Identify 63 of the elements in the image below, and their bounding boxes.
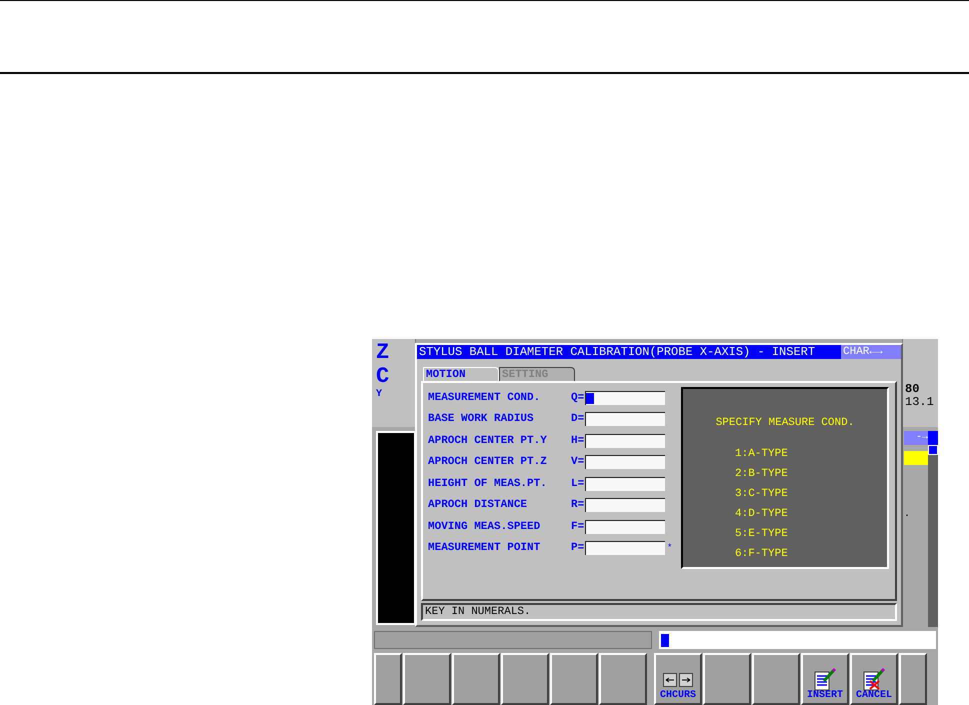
- readout-value: 13.1: [905, 396, 935, 409]
- field-letter: D=: [571, 412, 585, 427]
- highlight-bar: [904, 451, 928, 465]
- softkey-button[interactable]: CHCURS: [654, 653, 702, 705]
- input-field[interactable]: [585, 434, 665, 448]
- field-letter: P=: [571, 541, 585, 556]
- document-cross-icon: [861, 667, 887, 691]
- field-letter: R=: [571, 498, 585, 513]
- help-option: 6:F-TYPE: [683, 544, 887, 564]
- input-field[interactable]: [585, 498, 665, 512]
- field-label: MEASUREMENT POINT: [428, 541, 542, 556]
- field-letter: Q=: [571, 390, 585, 406]
- softkey-button[interactable]: CANCEL: [850, 653, 898, 705]
- field-label: APROCH CENTER PT.Z: [428, 455, 548, 470]
- input-field[interactable]: [585, 476, 665, 491]
- softkey-button[interactable]: [403, 653, 451, 705]
- input-field[interactable]: [585, 520, 665, 534]
- input-field[interactable]: [585, 390, 665, 405]
- softkey-button[interactable]: INSERT: [801, 653, 849, 705]
- axis-label: C: [376, 365, 390, 389]
- field-label: MEASUREMENT COND.: [428, 390, 542, 406]
- field-label: APROCH CENTER PT.Y: [428, 434, 548, 448]
- softkey-button[interactable]: [703, 653, 751, 705]
- field-label: APROCH DISTANCE: [428, 498, 528, 513]
- readout-value: 80: [905, 383, 920, 396]
- axis-label: Y: [376, 389, 384, 401]
- scroll-thumb: [928, 445, 938, 455]
- input-field[interactable]: [585, 541, 665, 556]
- field-letter: L=: [571, 476, 585, 492]
- dot-mark: .: [904, 510, 912, 520]
- arrow-keys-icon: [663, 673, 693, 687]
- softkey-button[interactable]: [452, 653, 500, 705]
- field-label: MOVING MEAS.SPEED: [428, 520, 542, 534]
- field-label: BASE WORK RADIUS: [428, 412, 535, 427]
- softkey-button[interactable]: [752, 653, 800, 705]
- softkey-button[interactable]: [899, 653, 927, 705]
- axis-label: Z: [376, 341, 390, 365]
- help-option: 5:E-TYPE: [683, 524, 887, 544]
- input-cursor: [586, 392, 594, 404]
- input-field[interactable]: [585, 455, 665, 470]
- input-cursor: [661, 634, 669, 646]
- help-heading: SPECIFY MEASURE COND.: [714, 416, 856, 431]
- tab[interactable]: MOTION: [423, 367, 499, 381]
- help-option: 2:B-TYPE: [683, 464, 887, 484]
- softkey-button[interactable]: [599, 653, 647, 705]
- input-mode-label: CHAR←→: [841, 345, 901, 359]
- help-option: 3:C-TYPE: [683, 484, 887, 504]
- help-option: 4:D-TYPE: [683, 504, 887, 524]
- softkey-button[interactable]: [374, 653, 402, 705]
- required-mark: *: [667, 542, 672, 554]
- softkey-button[interactable]: [501, 653, 549, 705]
- cursor-bar: -→: [904, 431, 928, 445]
- message-text: KEY IN NUMERALS.: [425, 604, 531, 620]
- field-letter: F=: [571, 520, 585, 534]
- field-label: HEIGHT OF MEAS.PT.: [428, 476, 548, 492]
- input-field[interactable]: [585, 412, 665, 426]
- help-option: 1:A-TYPE: [683, 444, 887, 464]
- field-letter: H=: [571, 434, 585, 448]
- cursor-block: [928, 431, 938, 445]
- softkey-button[interactable]: [550, 653, 598, 705]
- document-pencil-icon: [812, 667, 838, 691]
- dialog-title: STYLUS BALL DIAMETER CALIBRATION(PROBE X-AXIS) - INSERT: [418, 345, 816, 359]
- field-letter: V=: [571, 455, 585, 470]
